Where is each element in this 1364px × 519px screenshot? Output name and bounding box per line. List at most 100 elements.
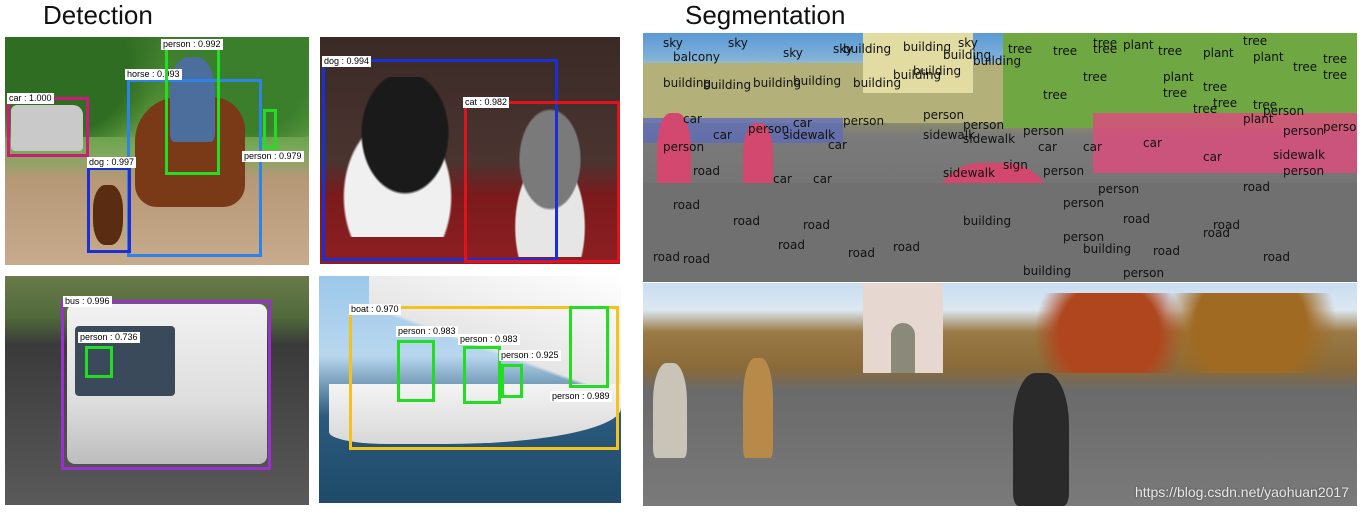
segmentation-heading: Segmentation [685, 0, 846, 30]
label-dog: dog : 0.997 [87, 157, 137, 168]
seg-class-label: sidewalk [1273, 148, 1326, 162]
seg-class-label: building [973, 54, 1022, 68]
seg-class-label: plant [1203, 46, 1234, 60]
seg-class-label: person [1123, 266, 1165, 280]
seg-class-label: person [1098, 182, 1140, 196]
seg-class-label: road [653, 250, 680, 264]
seg-class-label: building [703, 78, 752, 92]
seg-class-label: balcony [673, 50, 720, 64]
label-bus: bus : 0.996 [63, 296, 112, 307]
label-boat: boat : 0.970 [349, 304, 401, 315]
seg-class-label: building [963, 214, 1012, 228]
seg-class-label: person [923, 108, 965, 122]
seg-class-label: sky [783, 46, 803, 60]
bbox-dog [87, 167, 131, 253]
road-surface [643, 183, 1357, 282]
bbox-person-1 [397, 340, 435, 402]
seg-class-label: person [1063, 196, 1105, 210]
seg-class-label: tree [1163, 86, 1188, 100]
bbox-car [7, 97, 89, 157]
seg-class-label: person [1283, 164, 1325, 178]
seg-class-label: tree [1083, 70, 1108, 84]
seg-class-label: road [1243, 180, 1270, 194]
seg-class-label: car [773, 172, 792, 186]
detection-photo-horse-rider: car : 1.000 horse : 0.993 person : 0.992… [5, 37, 309, 265]
seg-class-label: plant [1163, 70, 1194, 84]
seg-class-label: road [683, 252, 710, 266]
seg-class-label: person [1323, 120, 1357, 134]
seg-class-label: person [1283, 124, 1325, 138]
seg-class-label: tree [1203, 80, 1228, 94]
seg-class-label: building [1083, 242, 1132, 256]
detection-photo-bus: bus : 0.996 person : 0.736 [5, 276, 309, 505]
arch-opening [891, 323, 915, 373]
bbox-cat [464, 101, 620, 263]
bbox-person-2 [463, 346, 501, 404]
bbox-person-rider [165, 47, 220, 175]
seg-class-label: sky [728, 36, 748, 50]
bbox-person-3 [501, 364, 523, 398]
seg-class-label: road [1123, 212, 1150, 226]
pedestrian-left [653, 363, 687, 458]
seg-class-label: person [1043, 164, 1085, 178]
label-person-1: person : 0.983 [396, 326, 458, 337]
seg-class-label: building [893, 68, 942, 82]
label-person-driver: person : 0.736 [78, 332, 140, 343]
seg-class-label: road [893, 240, 920, 254]
seg-class-label: building [793, 74, 842, 88]
seg-class-label: road [1263, 250, 1290, 264]
seg-class-label: tree [1053, 44, 1078, 58]
seg-class-label: plant [1123, 38, 1154, 52]
seg-class-label: sign [1003, 158, 1028, 172]
seg-class-label: car [683, 112, 702, 126]
label-car: car : 1.000 [7, 93, 54, 104]
seg-class-label: road [803, 218, 830, 232]
seg-class-label: person [1063, 230, 1105, 244]
seg-class-label: tree [1158, 44, 1183, 58]
seg-class-label: tree [1193, 102, 1218, 116]
seg-class-label: road [693, 164, 720, 178]
label-cat: cat : 0.982 [463, 97, 510, 108]
watermark-text: https://blog.csdn.net/yaohuan2017 [1134, 484, 1349, 500]
segmentation-source-image: https://blog.csdn.net/yaohuan2017 [643, 283, 1357, 506]
detection-heading: Detection [43, 0, 153, 30]
seg-class-label: road [733, 214, 760, 228]
label-dog: dog : 0.994 [322, 56, 372, 67]
pedestrian-center [1013, 373, 1069, 506]
bbox-person-right [263, 109, 277, 149]
seg-class-label: tree [1043, 88, 1068, 102]
seg-class-label: tree [1243, 34, 1268, 48]
label-person-4: person : 0.989 [550, 391, 612, 402]
segmentation-overlay-image: sky sky sky sky sky balcony building building bu… [643, 33, 1357, 282]
seg-class-label: road [1153, 244, 1180, 258]
seg-class-label: building [1023, 264, 1072, 278]
seg-class-label: road [848, 246, 875, 260]
label-person-right: person : 0.979 [242, 151, 304, 162]
seg-class-label: tree [1293, 60, 1318, 74]
seg-class-label: tree [1323, 68, 1348, 82]
seg-class-label: car [713, 128, 732, 142]
seg-class-label: plant [1243, 112, 1274, 126]
seg-class-label: tree [1008, 42, 1033, 56]
seg-class-label: tree [1093, 36, 1118, 50]
seg-class-label: building [843, 42, 892, 56]
label-person-rider: person : 0.992 [161, 39, 223, 50]
seg-class-label: road [673, 198, 700, 212]
label-person-3: person : 0.925 [499, 350, 561, 361]
seg-class-label: car [1083, 140, 1102, 154]
bbox-bus [61, 300, 271, 470]
bbox-person-4 [569, 306, 609, 388]
bbox-person-driver [85, 346, 113, 378]
detection-photo-sailboat: boat : 0.970 person : 0.983 person : 0.9… [319, 276, 621, 503]
seg-class-label: sidewalk [963, 132, 1016, 146]
seg-class-label: person [663, 140, 705, 154]
seg-class-label: tree [1253, 98, 1278, 112]
pedestrian-2 [743, 358, 773, 458]
seg-class-label: sidewalk [943, 166, 996, 180]
seg-class-label: car [1038, 140, 1057, 154]
seg-class-label: person [1023, 124, 1065, 138]
seg-class-label: person [843, 114, 885, 128]
detection-photo-dog-cat: dog : 0.994 cat : 0.982 [320, 37, 620, 264]
seg-class-label: plant [1253, 50, 1284, 64]
seg-class-label: car [1143, 136, 1162, 150]
